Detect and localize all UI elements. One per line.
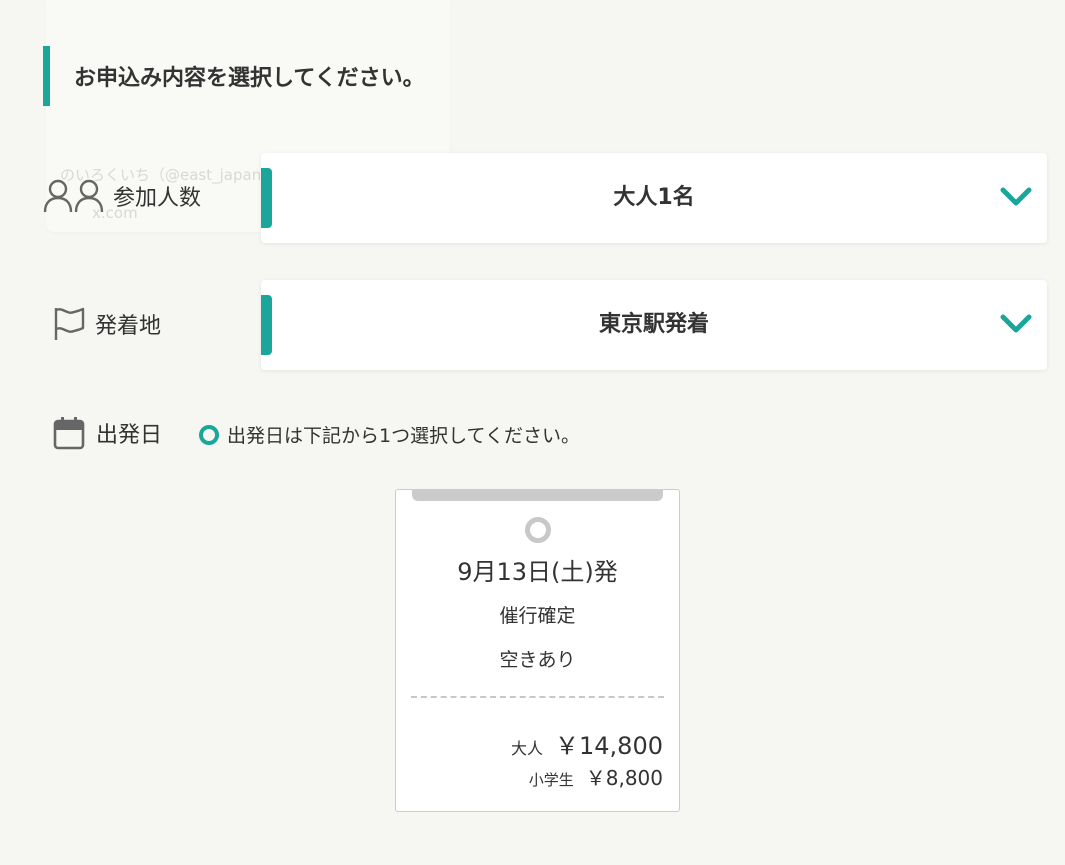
availability-status: 空きあり [499, 649, 576, 671]
card-top-bar [412, 490, 663, 501]
departure-place-label: 発着地 [53, 306, 161, 342]
departure-place-select[interactable]: 東京駅発着 [261, 280, 1047, 370]
flag-icon [53, 306, 85, 342]
departure-place-label-text: 発着地 [95, 314, 162, 339]
departure-place-select-value: 東京駅発着 [598, 312, 709, 337]
adult-price-label: 大人 [511, 739, 544, 758]
section-heading: お申込み内容を選択してください。 [43, 46, 425, 106]
participants-select-value: 大人1名 [613, 185, 695, 210]
card-divider [411, 696, 664, 698]
people-icon [43, 178, 105, 214]
departure-date-label-text: 出発日 [96, 423, 163, 448]
calendar-icon [53, 416, 85, 450]
heading-accent-bar [43, 46, 50, 106]
child-price-row: 小学生 ￥8,800 [529, 762, 663, 791]
tour-confirmed-status: 催行確定 [499, 605, 576, 627]
card-date: 9月13日(土)発 [457, 558, 618, 586]
child-price-label: 小学生 [528, 771, 574, 789]
departure-date-note: 出発日は下記から1つ選択してください。 [199, 421, 580, 448]
participants-label-text: 参加人数 [113, 186, 202, 211]
date-radio-button[interactable] [525, 517, 551, 543]
chevron-down-icon [999, 185, 1033, 213]
note-ring-icon [199, 424, 219, 445]
departure-date-note-text: 出発日は下記から1つ選択してください。 [227, 425, 580, 447]
child-price-value: ￥8,800 [585, 766, 663, 790]
departure-date-label: 出発日 [53, 416, 162, 450]
departure-date-card[interactable]: 9月13日(土)発 催行確定 空きあり 大人 ￥14,800 小学生 ￥8,80… [395, 489, 680, 812]
participants-label: 参加人数 [43, 178, 201, 214]
participants-select[interactable]: 大人1名 [261, 153, 1047, 243]
adult-price-row: 大人 ￥14,800 [511, 726, 663, 761]
section-heading-text: お申込み内容を選択してください。 [74, 66, 425, 91]
adult-price-value: ￥14,800 [555, 732, 663, 760]
chevron-down-icon [999, 312, 1033, 340]
